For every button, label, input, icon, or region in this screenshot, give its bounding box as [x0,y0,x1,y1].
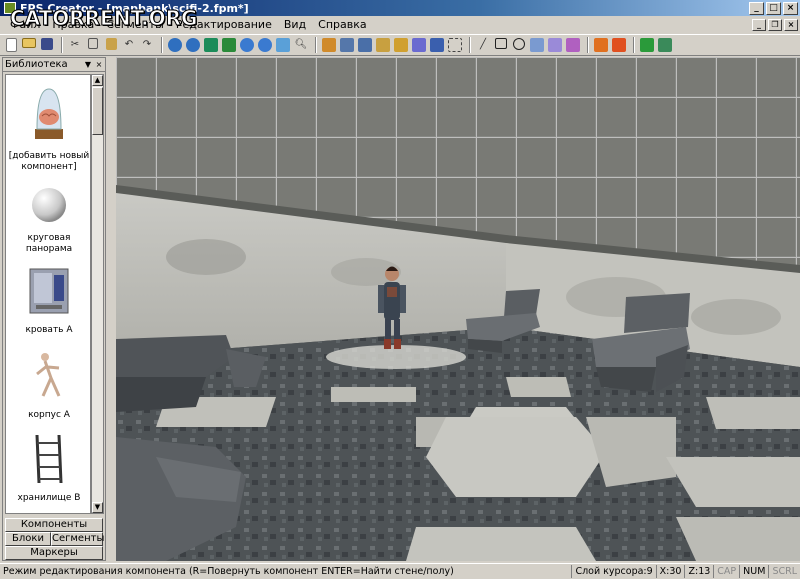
watermark: CATORRENT.ORG [9,6,198,31]
library-item-bed-a[interactable]: кровать A [6,265,90,336]
redo-icon[interactable]: ↷ [139,37,155,53]
segment-icon[interactable] [357,37,373,53]
undo-icon[interactable]: ↶ [121,37,137,53]
body-icon [36,353,61,397]
flag-icon[interactable] [593,37,609,53]
line-icon[interactable]: ╱ [475,37,491,53]
brush-icon[interactable] [375,37,391,53]
image-icon[interactable] [275,37,291,53]
copy-icon[interactable] [85,37,101,53]
status-x: X:30 [655,565,685,578]
status-bar: Режим редактирования компонента (R=Повер… [0,563,800,579]
library-panel: Библиотека ▼ × [добавить новый компонент… [2,57,106,561]
tab-blocks[interactable]: Блоки [5,532,51,546]
circle-icon[interactable] [511,37,527,53]
shelf-icon [35,434,63,484]
library-item-sky-panorama[interactable]: круговая панорама [6,185,90,255]
library-item-label: круговая панорама [25,233,73,254]
paste-icon[interactable] [103,37,119,53]
toolbar: ✂ ↶ ↷ 🔍︎ ╱ [0,34,800,56]
library-item-label: корпус A [28,410,70,420]
library-item-add-component[interactable]: [добавить новый компонент] [6,83,90,173]
save-icon[interactable] [39,37,55,53]
minimize-button[interactable]: _ [749,1,764,15]
status-cursor-layer: Слой курсора:9 [571,565,655,578]
library-item-storage-b[interactable]: хранилище B [6,433,90,504]
tab-components[interactable]: Компоненты [5,518,103,532]
menu-view[interactable]: Вид [278,17,312,33]
bed-icon [29,268,69,314]
library-item-label: [добавить новый компонент] [8,151,90,172]
maximize-button[interactable]: □ [766,1,781,15]
script-icon[interactable] [565,37,581,53]
close-button[interactable]: × [783,1,798,15]
spray-icon[interactable] [411,37,427,53]
status-z: Z:13 [684,565,713,578]
open-icon[interactable] [21,37,37,53]
menu-help[interactable]: Справка [312,17,372,33]
paint-icon[interactable] [321,37,337,53]
grid-icon[interactable] [221,37,237,53]
pencil-icon[interactable] [393,37,409,53]
layer-down-icon[interactable] [257,37,273,53]
library-header: Библиотека ▼ × [3,58,105,72]
scroll-down-arrow[interactable]: ▼ [92,502,103,513]
library-title: Библиотека [5,59,68,70]
library-item-label: хранилище B [17,493,81,503]
status-num: NUM [739,565,768,578]
tab-segments[interactable]: Сегменты [51,532,104,546]
sphere-icon [32,188,66,222]
mdi-close-button[interactable]: × [784,19,798,31]
brain-jar-icon [35,88,63,139]
zoom-out-icon[interactable] [185,37,201,53]
library-item-label: кровать A [25,325,73,335]
scroll-thumb[interactable] [92,87,103,135]
build-icon[interactable] [657,37,673,53]
test-icon[interactable] [639,37,655,53]
light-icon[interactable] [547,37,563,53]
close-icon[interactable]: × [94,60,104,70]
fill-icon[interactable] [339,37,355,53]
status-mode-text: Режим редактирования компонента (R=Повер… [3,566,454,577]
new-icon[interactable] [3,37,19,53]
view-icon[interactable] [203,37,219,53]
cut-icon[interactable]: ✂ [67,37,83,53]
3d-viewport[interactable] [116,57,800,561]
mdi-restore-button[interactable]: ❐ [768,19,782,31]
status-scrl: SCRL [768,565,800,578]
pin-icon[interactable]: ▼ [83,60,93,70]
library-scrollbar[interactable]: ▲ ▼ [91,74,104,514]
flags-icon[interactable] [611,37,627,53]
tab-markers[interactable]: Маркеры [5,546,103,560]
scroll-up-arrow[interactable]: ▲ [92,75,103,86]
select-icon[interactable] [447,37,463,53]
status-cap: CAP [713,565,739,578]
library-list[interactable]: [добавить новый компонент] круговая пано… [5,74,91,514]
layer-up-icon[interactable] [239,37,255,53]
zoom-in-icon[interactable] [167,37,183,53]
rect-icon[interactable] [493,37,509,53]
search-icon[interactable]: 🔍︎ [293,37,309,53]
scene-render [116,57,800,561]
mdi-minimize-button[interactable]: _ [752,19,766,31]
marker-icon[interactable] [429,37,445,53]
library-item-body-a[interactable]: корпус A [6,350,90,421]
entity-icon[interactable] [529,37,545,53]
